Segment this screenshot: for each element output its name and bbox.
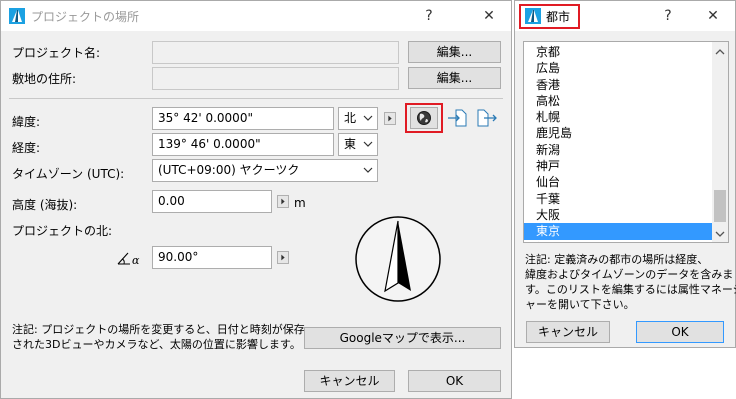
city-close-button[interactable]: ✕: [703, 6, 723, 26]
scrollbar[interactable]: [712, 42, 728, 242]
project-name-field[interactable]: [152, 41, 399, 64]
note-text-line2: された3Dビューやカメラなど、太陽の位置に影響します。: [12, 338, 301, 351]
edit-project-name-button[interactable]: 編集...: [408, 41, 501, 63]
site-address-field[interactable]: [152, 67, 399, 90]
ok-button[interactable]: OK: [408, 370, 501, 392]
separator: [9, 98, 503, 99]
city-list-item[interactable]: 東京: [524, 223, 714, 240]
longitude-hemisphere-value: 東: [344, 137, 357, 151]
city-list-item[interactable]: 新潟: [524, 142, 714, 158]
altitude-expand-arrow-icon[interactable]: [277, 195, 289, 208]
north-angle-input[interactable]: 90.00°: [152, 246, 272, 269]
longitude-input[interactable]: 139° 46' 0.0000": [152, 133, 334, 156]
altitude-label: 高度 (海抜):: [12, 198, 78, 212]
chevron-down-icon: [363, 167, 373, 173]
city-note-line2: 緯度およびタイムゾーンのデータを含みま: [525, 268, 734, 281]
cancel-button[interactable]: キャンセル: [304, 370, 395, 392]
city-list-item[interactable]: 香港: [524, 77, 714, 93]
globe-icon: [417, 111, 431, 125]
city-list-item[interactable]: 鹿児島: [524, 125, 714, 141]
city-list-item[interactable]: 高松: [524, 93, 714, 109]
city-help-button[interactable]: ?: [658, 6, 678, 26]
latitude-expand-arrow-icon[interactable]: [384, 112, 396, 125]
import-icon: [448, 109, 467, 127]
angle-icon: α: [117, 252, 140, 266]
city-dialog: 都市 ? ✕ 京都広島香港高松札幌鹿児島新潟神戸仙台千葉大阪東京福岡 注記: 定…: [514, 0, 736, 348]
timezone-select[interactable]: (UTC+09:00) ヤクーツク: [152, 159, 378, 182]
city-list-item[interactable]: 神戸: [524, 158, 714, 174]
project-location-dialog: プロジェクトの場所 ? ✕ プロジェクト名: 編集... 敷地の住所: 編集..…: [0, 0, 512, 399]
app-icon: [525, 8, 541, 24]
google-maps-button[interactable]: Googleマップで表示...: [304, 327, 501, 349]
timezone-value: (UTC+09:00) ヤクーツク: [158, 163, 300, 177]
north-angle-expand-arrow-icon[interactable]: [277, 251, 289, 264]
scrollbar-thumb[interactable]: [714, 190, 726, 222]
title-bar: プロジェクトの場所 ? ✕: [1, 1, 511, 31]
city-note-line4: ャーを開いて下さい。: [525, 298, 635, 311]
latitude-label: 緯度:: [12, 115, 41, 129]
latitude-input[interactable]: 35° 42' 0.0000": [152, 107, 334, 130]
city-cancel-button[interactable]: キャンセル: [526, 321, 610, 343]
city-list-item[interactable]: 千葉: [524, 191, 714, 207]
city-select-button[interactable]: [410, 107, 438, 129]
svg-text:α: α: [132, 254, 140, 266]
close-button[interactable]: ✕: [479, 6, 499, 26]
longitude-label: 経度:: [12, 141, 41, 155]
scroll-up-icon[interactable]: [715, 48, 725, 56]
project-north-label: プロジェクトの北:: [12, 224, 113, 238]
project-name-label: プロジェクト名:: [12, 46, 101, 60]
city-note-line1: 注記: 定義済みの都市の場所は経度、: [525, 253, 709, 266]
altitude-unit: m: [294, 196, 306, 210]
export-location-button[interactable]: [474, 107, 500, 129]
import-location-button[interactable]: [445, 107, 469, 129]
city-list-item[interactable]: 仙台: [524, 174, 714, 190]
latitude-hemisphere-value: 北: [344, 111, 357, 125]
scroll-down-icon[interactable]: [715, 230, 725, 238]
altitude-input[interactable]: 0.00: [152, 190, 272, 213]
city-list-item[interactable]: 広島: [524, 60, 714, 76]
longitude-hemisphere-select[interactable]: 東: [338, 133, 378, 156]
city-list-item[interactable]: 大阪: [524, 207, 714, 223]
site-address-label: 敷地の住所:: [12, 72, 77, 86]
city-note-line3: す。このリストを編集するには属性マネージ: [525, 283, 736, 296]
city-list-items: 京都広島香港高松札幌鹿児島新潟神戸仙台千葉大阪東京福岡: [524, 44, 714, 242]
city-list-item[interactable]: 京都: [524, 44, 714, 60]
city-list-item[interactable]: 札幌: [524, 109, 714, 125]
city-window-title: 都市: [546, 10, 571, 24]
app-icon: [9, 8, 25, 24]
window-title: プロジェクトの場所: [31, 10, 140, 24]
export-icon: [477, 109, 497, 127]
help-button[interactable]: ?: [419, 6, 439, 26]
note-text-line1: 注記: プロジェクトの場所を変更すると、日付と時刻が保存: [12, 323, 305, 336]
latitude-hemisphere-select[interactable]: 北: [338, 107, 378, 130]
chevron-down-icon: [363, 141, 373, 147]
chevron-down-icon: [363, 115, 373, 121]
city-list[interactable]: 京都広島香港高松札幌鹿児島新潟神戸仙台千葉大阪東京福岡: [523, 41, 729, 243]
city-list-item[interactable]: 福岡: [524, 240, 714, 242]
timezone-label: タイムゾーン (UTC):: [12, 167, 125, 181]
city-title-bar: 都市 ? ✕: [515, 1, 735, 31]
north-arrow-icon[interactable]: [354, 215, 442, 303]
edit-site-address-button[interactable]: 編集...: [408, 67, 501, 89]
city-ok-button[interactable]: OK: [636, 321, 724, 343]
